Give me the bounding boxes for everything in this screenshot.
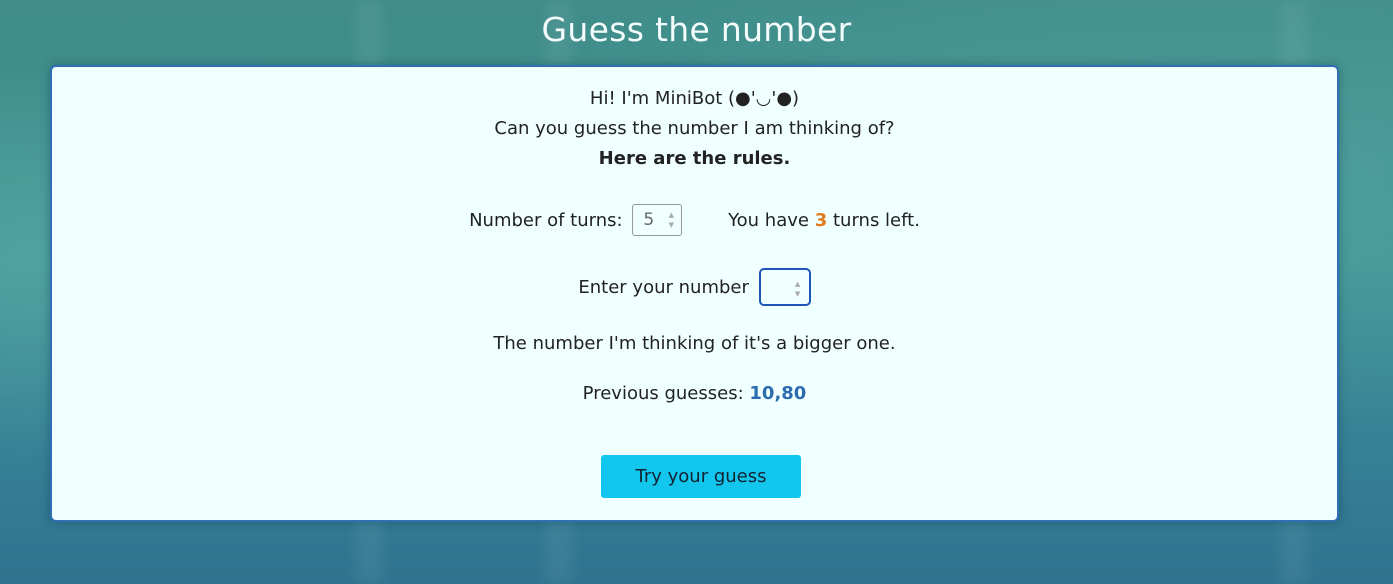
game-card: Hi! I'm MiniBot (●'◡'●) Can you guess th…: [50, 65, 1339, 522]
greeting-text: Hi! I'm MiniBot (●'◡'●): [589, 88, 800, 109]
turns-left-suffix: turns left.: [832, 209, 920, 231]
turns-label: Number of turns:: [469, 209, 623, 231]
rules-link[interactable]: Here are the rules.: [52, 147, 1337, 171]
guess-row: Enter your number ▲ ▼: [52, 268, 1337, 308]
stepper-arrows-icon[interactable]: ▲ ▼: [666, 210, 676, 230]
turns-left-count: 3: [814, 209, 828, 231]
previous-guesses-label: Previous guesses:: [582, 383, 744, 404]
hint-text: The number I'm thinking of it's a bigger…: [493, 333, 896, 354]
try-guess-button[interactable]: Try your guess: [601, 455, 801, 498]
previous-guesses-values: 10,80: [749, 383, 807, 404]
turns-row: Number of turns: 5 ▲ ▼ You have 3 turns l…: [52, 204, 1337, 238]
guess-label: Enter your number: [578, 276, 749, 298]
previous-guesses: Previous guesses: 10,80: [52, 382, 1337, 406]
turns-stepper[interactable]: 5 ▲ ▼: [632, 204, 683, 236]
turns-value: 5: [643, 210, 655, 230]
turns-left-prefix: You have: [728, 209, 809, 231]
guess-number-input[interactable]: ▲ ▼: [758, 268, 811, 306]
page-title: Guess the number: [541, 10, 852, 49]
question-text: Can you guess the number I am thinking o…: [494, 118, 895, 139]
stepper-arrows-icon[interactable]: ▲ ▼: [793, 279, 803, 299]
turns-left-text: You have 3 turns left.: [728, 210, 920, 231]
